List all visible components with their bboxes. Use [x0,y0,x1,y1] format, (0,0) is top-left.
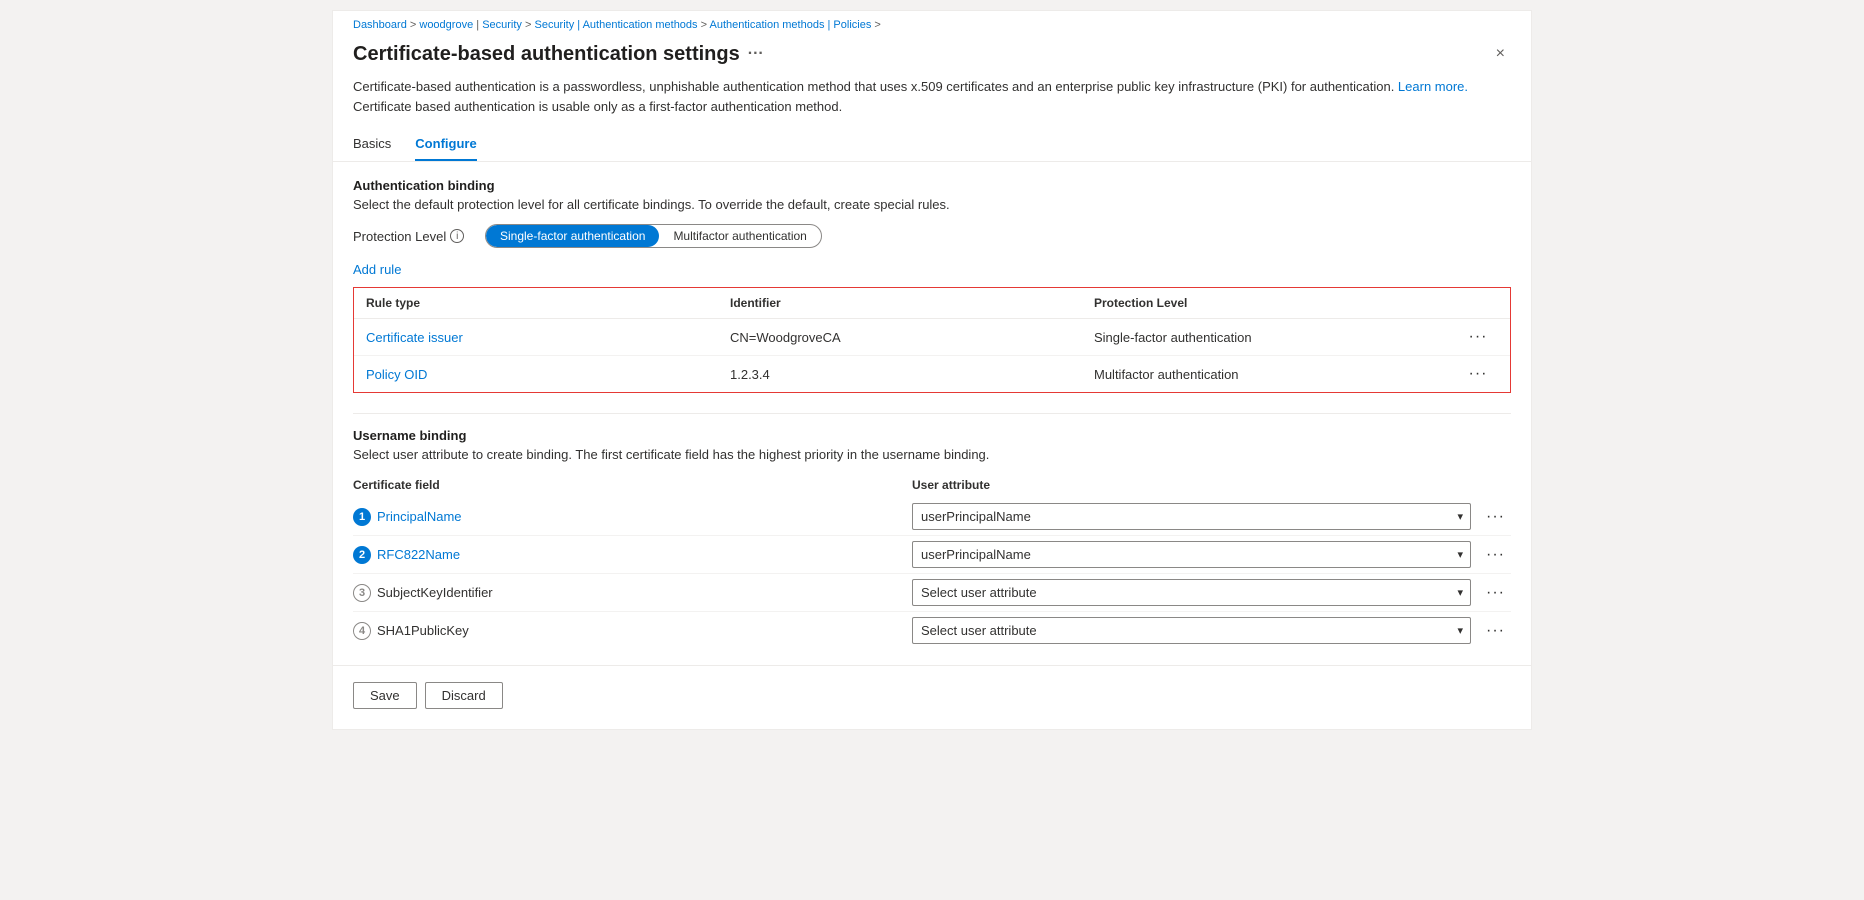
breadcrumb: Dashboard > woodgrove | Security > Secur… [333,11,1531,35]
toggle-multi-factor[interactable]: Multifactor authentication [659,225,820,247]
section-divider [353,413,1511,414]
user-attr-select-2[interactable]: userPrincipalName onPremisesUserPrincipa… [912,541,1471,568]
auth-binding-desc: Select the default protection level for … [353,197,1511,212]
tab-bar: Basics Configure [333,128,1531,162]
badge-4: 4 [353,622,371,640]
badge-3: 3 [353,584,371,602]
table-row: Certificate issuer CN=WoodgroveCA Single… [354,319,1510,356]
user-attr-select-1[interactable]: userPrincipalName onPremisesUserPrincipa… [912,503,1471,530]
table-row: Policy OID 1.2.3.4 Multifactor authentic… [354,356,1510,392]
protection-level-info-icon[interactable]: i [450,229,464,243]
user-attr-select-4[interactable]: Select user attribute userPrincipalName … [912,617,1471,644]
breadcrumb-security[interactable]: Security [482,19,522,31]
tab-configure[interactable]: Configure [415,128,476,161]
ub-col-user-attr: User attribute [912,478,1471,492]
protection-level-row: Protection Level i Single-factor authent… [353,224,1511,248]
col-rule-type: Rule type [366,296,730,310]
tab-basics[interactable]: Basics [353,128,391,161]
badge-2: 2 [353,546,371,564]
rules-table: Rule type Identifier Protection Level Ce… [353,287,1511,393]
rule-type-1[interactable]: Certificate issuer [366,330,730,345]
protection-toggle-group: Single-factor authentication Multifactor… [485,224,822,248]
save-button[interactable]: Save [353,682,417,709]
ub-row-2-menu-button[interactable]: ··· [1480,544,1511,566]
ub-row-2-actions: ··· [1471,544,1511,566]
auth-binding-section: Authentication binding Select the defaul… [333,178,1531,393]
protection-level-text: Protection Level [353,229,446,244]
ub-table-header: Certificate field User attribute [353,474,1511,498]
ub-col-cert-field: Certificate field [353,478,912,492]
footer-buttons: Save Discard [333,665,1531,709]
principal-name-link[interactable]: PrincipalName [377,509,462,524]
ub-row-1-actions: ··· [1471,506,1511,528]
tab-configure-label: Configure [415,136,476,151]
breadcrumb-auth-policies[interactable]: Authentication methods | Policies [709,19,871,31]
panel-title-text: Certificate-based authentication setting… [353,43,740,66]
cert-field-3: 3 SubjectKeyIdentifier [353,584,912,602]
username-binding-title: Username binding [353,428,1511,443]
list-item: 4 SHA1PublicKey Select user attribute us… [353,612,1511,649]
cert-field-2: 2 RFC822Name [353,546,912,564]
ub-row-3-actions: ··· [1471,582,1511,604]
panel-header: Certificate-based authentication setting… [333,35,1531,77]
add-rule-link[interactable]: Add rule [353,262,401,277]
user-attr-select-wrapper-3: Select user attribute userPrincipalName … [912,579,1471,606]
ub-row-4-menu-button[interactable]: ··· [1480,620,1511,642]
rules-table-header: Rule type Identifier Protection Level [354,288,1510,319]
discard-button[interactable]: Discard [425,682,503,709]
identifier-1: CN=WoodgroveCA [730,330,1094,345]
description-line1: Certificate-based authentication is a pa… [353,79,1398,94]
auth-binding-title: Authentication binding [353,178,1511,193]
badge-1: 1 [353,508,371,526]
learn-more-link[interactable]: Learn more. [1398,79,1468,94]
ub-row-3-menu-button[interactable]: ··· [1480,582,1511,604]
panel-ellipsis[interactable]: ··· [748,45,764,63]
username-binding-desc: Select user attribute to create binding.… [353,447,1511,462]
user-attr-select-wrapper-2: userPrincipalName onPremisesUserPrincipa… [912,541,1471,568]
breadcrumb-security-auth[interactable]: Security | Authentication methods [534,19,697,31]
list-item: 3 SubjectKeyIdentifier Select user attri… [353,574,1511,612]
cert-field-4: 4 SHA1PublicKey [353,622,912,640]
row-1-menu-button[interactable]: ··· [1458,326,1498,348]
sha1publickey-text: SHA1PublicKey [377,623,469,638]
cert-field-1: 1 PrincipalName [353,508,912,526]
tab-basics-label: Basics [353,136,391,151]
col-identifier: Identifier [730,296,1094,310]
identifier-2: 1.2.3.4 [730,367,1094,382]
toggle-single-factor[interactable]: Single-factor authentication [486,225,659,247]
user-attr-select-wrapper-4: Select user attribute userPrincipalName … [912,617,1471,644]
list-item: 2 RFC822Name userPrincipalName onPremise… [353,536,1511,574]
ub-row-1-menu-button[interactable]: ··· [1480,506,1511,528]
description-line2: Certificate based authentication is usab… [353,99,842,114]
username-binding-section: Username binding Select user attribute t… [333,428,1531,649]
username-binding-table: Certificate field User attribute 1 Princ… [353,474,1511,649]
panel-description: Certificate-based authentication is a pa… [333,77,1531,128]
panel-title: Certificate-based authentication setting… [353,43,764,66]
rule-type-2[interactable]: Policy OID [366,367,730,382]
breadcrumb-woodgrove[interactable]: woodgrove [419,19,473,31]
user-attr-select-wrapper-1: userPrincipalName onPremisesUserPrincipa… [912,503,1471,530]
col-actions-header [1458,296,1498,310]
breadcrumb-dashboard[interactable]: Dashboard [353,19,407,31]
close-button[interactable]: × [1490,41,1511,67]
col-protection-level: Protection Level [1094,296,1458,310]
protection-level-2: Multifactor authentication [1094,367,1458,382]
user-attr-select-3[interactable]: Select user attribute userPrincipalName … [912,579,1471,606]
rfc822name-link[interactable]: RFC822Name [377,547,460,562]
subject-key-identifier-text: SubjectKeyIdentifier [377,585,493,600]
ub-row-4-actions: ··· [1471,620,1511,642]
protection-level-label: Protection Level i [353,229,473,244]
row-2-menu-button[interactable]: ··· [1458,363,1498,385]
protection-level-1: Single-factor authentication [1094,330,1458,345]
ub-col-actions [1471,478,1511,492]
list-item: 1 PrincipalName userPrincipalName onPrem… [353,498,1511,536]
